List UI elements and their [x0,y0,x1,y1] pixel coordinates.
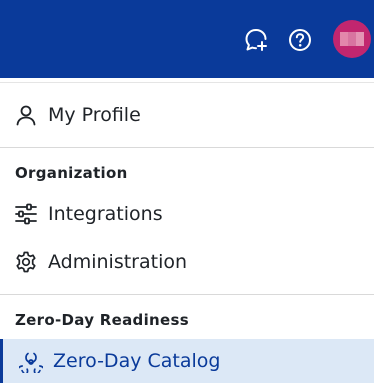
menu-top-divider [0,82,374,83]
section-divider [0,147,374,148]
avatar-image [340,32,364,46]
chat-sparkle-icon[interactable] [243,27,269,53]
section-divider [0,294,374,295]
section-title-organization: Organization [15,164,128,182]
section-title-zero-day-readiness: Zero-Day Readiness [15,311,189,329]
gear-icon [14,250,38,274]
menu-item-label: Zero-Day Catalog [53,350,221,372]
user-avatar[interactable] [333,20,371,58]
sliders-icon [14,202,38,226]
menu-item-administration[interactable]: Administration [0,240,374,284]
person-icon [14,103,38,127]
menu-item-my-profile[interactable]: My Profile [0,93,374,137]
menu-item-label: Integrations [48,203,163,225]
menu-item-label: My Profile [48,104,141,126]
menu-item-label: Administration [48,251,188,273]
top-bar [0,0,374,78]
help-circle-icon[interactable] [287,27,313,53]
menu-item-zero-day-catalog[interactable]: Zero-Day Catalog [0,339,374,383]
biohazard-icon [19,349,43,373]
menu-item-integrations[interactable]: Integrations [0,192,374,236]
selected-indicator [0,339,3,383]
